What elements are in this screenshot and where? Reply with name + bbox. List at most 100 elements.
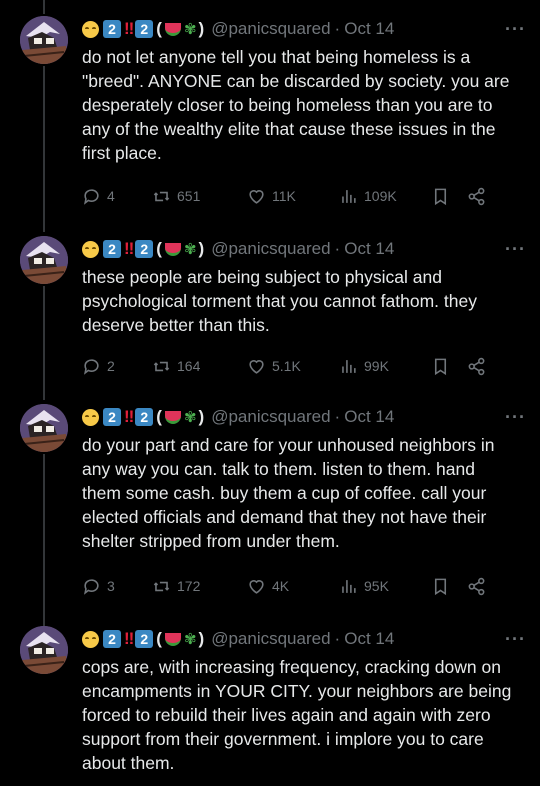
more-options-button[interactable]: ··· — [505, 19, 526, 40]
like-count: 11K — [272, 188, 296, 204]
user-handle[interactable]: @panicsquared — [211, 239, 330, 259]
share-button[interactable] — [467, 577, 491, 596]
share-button[interactable] — [467, 187, 491, 206]
bookmark-button[interactable] — [431, 357, 467, 376]
keycap-2-icon: 2 — [135, 240, 154, 258]
avatar[interactable] — [20, 626, 68, 674]
heart-icon — [249, 359, 264, 374]
herb-emoji-icon: ✾ — [183, 409, 197, 426]
share-icon — [468, 187, 485, 205]
repost-count: 164 — [177, 358, 201, 374]
keycap-2-icon: 2 — [135, 408, 154, 426]
tweet-actions: 2 164 5.1K 99K — [82, 354, 526, 378]
open-paren: ( — [156, 629, 162, 648]
close-paren: ) — [198, 19, 205, 38]
tweet-text: do your part and care for your unhoused … — [82, 435, 495, 551]
heart-icon — [249, 579, 264, 594]
tweet-date[interactable]: Oct 14 — [344, 239, 394, 259]
keycap-2-icon: 2 — [135, 20, 154, 38]
repost-button[interactable]: 172 — [152, 577, 247, 596]
smiling-face-emoji-icon — [82, 240, 99, 258]
smiling-face-emoji-icon — [82, 408, 99, 426]
avatar[interactable] — [20, 16, 68, 64]
close-paren: ) — [198, 407, 205, 426]
watermelon-emoji-icon — [164, 242, 181, 256]
tweet-date[interactable]: Oct 14 — [344, 407, 394, 427]
smiling-face-emoji-icon — [82, 630, 99, 648]
double-exclamation-icon: ‼ — [124, 407, 134, 426]
repost-icon — [153, 361, 170, 371]
bookmark-button[interactable] — [431, 577, 467, 596]
herb-emoji-icon: ✾ — [183, 631, 197, 648]
reply-icon — [83, 578, 99, 595]
repost-button[interactable]: 164 — [152, 357, 247, 376]
tweet-header: 2 ‼ 2 ( ✾ ) @panicsquared · Oct 14 ··· — [82, 628, 526, 650]
keycap-2-icon: 2 — [103, 408, 121, 426]
thread-line — [43, 286, 45, 400]
herb-emoji-icon: ✾ — [183, 21, 197, 38]
views-button[interactable]: 95K — [339, 577, 431, 596]
tweet-header: 2 ‼ 2 ( ✾ ) @panicsquared · Oct 14 ··· — [82, 406, 526, 428]
open-paren: ( — [156, 407, 162, 426]
separator-dot: · — [334, 407, 341, 426]
views-count: 109K — [364, 188, 397, 204]
thread-line — [43, 0, 45, 14]
tweet-actions: 3 172 4K 95K — [82, 574, 526, 598]
watermelon-emoji-icon — [164, 410, 181, 424]
like-button[interactable]: 11K — [247, 187, 339, 206]
reply-count: 3 — [107, 578, 115, 594]
user-handle[interactable]: @panicsquared — [211, 629, 330, 649]
share-icon — [468, 357, 485, 375]
more-options-button[interactable]: ··· — [505, 407, 526, 428]
like-count: 5.1K — [272, 358, 301, 374]
bookmark-button[interactable] — [431, 187, 467, 206]
reply-count: 4 — [107, 188, 115, 204]
views-button[interactable]: 99K — [339, 357, 431, 376]
share-button[interactable] — [467, 357, 491, 376]
reply-icon — [83, 188, 99, 205]
thread-line — [43, 66, 45, 232]
open-paren: ( — [156, 19, 162, 38]
like-button[interactable]: 5.1K — [247, 357, 339, 376]
views-count: 95K — [364, 578, 389, 594]
tweet-date[interactable]: Oct 14 — [344, 629, 394, 649]
open-paren: ( — [156, 239, 162, 258]
reply-count: 2 — [107, 358, 115, 374]
tweet-text: cops are, with increasing frequency, cra… — [82, 657, 512, 773]
repost-count: 651 — [177, 188, 201, 204]
user-handle[interactable]: @panicsquared — [211, 407, 330, 427]
watermelon-emoji-icon — [164, 22, 181, 36]
watermelon-emoji-icon — [164, 632, 181, 646]
double-exclamation-icon: ‼ — [124, 629, 134, 648]
repost-button[interactable]: 651 — [152, 187, 247, 206]
reply-button[interactable]: 2 — [82, 357, 152, 376]
double-exclamation-icon: ‼ — [124, 19, 134, 38]
tweet-text: these people are being subject to physic… — [82, 267, 477, 335]
separator-dot: · — [334, 629, 341, 648]
reply-button[interactable]: 4 — [82, 187, 152, 206]
bookmark-icon — [434, 358, 447, 375]
tweet-date[interactable]: Oct 14 — [344, 19, 394, 39]
share-icon — [468, 577, 485, 595]
keycap-2-icon: 2 — [103, 240, 121, 258]
herb-emoji-icon: ✾ — [183, 241, 197, 258]
tweet-header: 2 ‼ 2 ( ✾ ) @panicsquared · Oct 14 ··· — [82, 18, 526, 40]
keycap-2-icon: 2 — [103, 20, 121, 38]
double-exclamation-icon: ‼ — [124, 239, 134, 258]
repost-count: 172 — [177, 578, 201, 594]
close-paren: ) — [198, 239, 205, 258]
bookmark-icon — [434, 188, 447, 205]
heart-icon — [249, 189, 264, 204]
user-handle[interactable]: @panicsquared — [211, 19, 330, 39]
more-options-button[interactable]: ··· — [505, 629, 526, 650]
views-button[interactable]: 109K — [339, 187, 431, 206]
bookmark-icon — [434, 578, 447, 595]
more-options-button[interactable]: ··· — [505, 239, 526, 260]
reply-button[interactable]: 3 — [82, 577, 152, 596]
avatar[interactable] — [20, 236, 68, 284]
keycap-2-icon: 2 — [135, 630, 154, 648]
views-icon — [342, 189, 356, 203]
like-button[interactable]: 4K — [247, 577, 339, 596]
avatar[interactable] — [20, 404, 68, 452]
views-count: 99K — [364, 358, 389, 374]
